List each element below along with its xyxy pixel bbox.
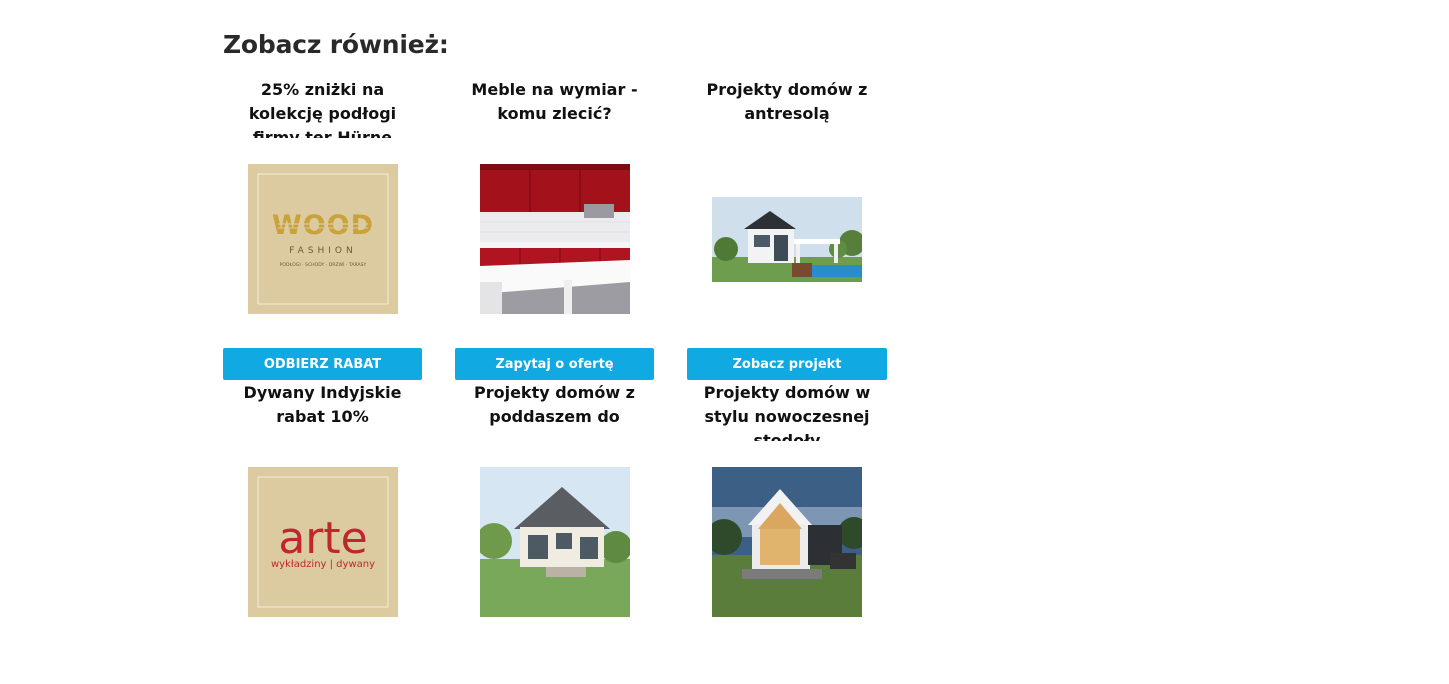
card-image-box — [455, 447, 654, 637]
card-title[interactable]: Projekty domów z antresolą — [688, 78, 887, 138]
card-wood-fashion: 25% zniżki na kolekcję podłogi firmy ter… — [223, 78, 422, 381]
wood-fashion-logo-image[interactable]: WOOD FASHION PODŁOGI · SCHODY · DRZWI · … — [247, 164, 398, 314]
card-indian-rugs: Dywany Indyjskie rabat 10% arte wykładzi… — [223, 381, 422, 684]
see-also-section: Zobacz również: 25% zniżki na kolekcję p… — [223, 28, 895, 684]
wood-logo-sub: FASHION — [289, 246, 356, 256]
claim-discount-button[interactable]: ODBIERZ RABAT — [223, 348, 422, 380]
card-attic-houses: Projekty domów z poddaszem do — [455, 381, 654, 684]
modern-house-mezzanine-image[interactable] — [712, 196, 862, 282]
card-title[interactable]: Dywany Indyjskie rabat 10% — [223, 381, 422, 441]
card-image-box — [688, 144, 887, 334]
arte-logo-word: arte — [278, 513, 367, 564]
card-title[interactable]: Projekty domów w stylu nowoczesnej stodo… — [688, 381, 887, 441]
arte-logo-image[interactable]: arte wykładziny | dywany — [247, 467, 398, 617]
card-title[interactable]: Projekty domów z poddaszem do — [455, 381, 654, 441]
red-kitchen-image[interactable] — [479, 164, 630, 314]
attic-house-image[interactable] — [479, 467, 630, 617]
card-image-box — [688, 447, 887, 637]
wood-logo-tagline: PODŁOGI · SCHODY · DRZWI · TARASY — [279, 262, 366, 268]
barn-house-image[interactable] — [712, 467, 862, 617]
request-offer-button[interactable]: Zapytaj o ofertę — [455, 348, 654, 380]
see-also-grid: 25% zniżki na kolekcję podłogi firmy ter… — [223, 78, 895, 684]
wood-logo-word: WOOD — [271, 210, 373, 241]
card-image-box: arte wykładziny | dywany — [223, 447, 422, 637]
card-custom-furniture: Meble na wymiar - komu zlecić? Zapytaj o… — [455, 78, 654, 381]
card-image-box — [455, 144, 654, 334]
card-title[interactable]: Meble na wymiar - komu zlecić? — [455, 78, 654, 138]
view-project-button[interactable]: Zobacz projekt — [687, 348, 887, 380]
card-barn-houses: Projekty domów w stylu nowoczesnej stodo… — [687, 381, 887, 684]
card-image-box: WOOD FASHION PODŁOGI · SCHODY · DRZWI · … — [223, 144, 422, 334]
arte-logo-sub: wykładziny | dywany — [270, 559, 374, 570]
card-mezzanine-houses: Projekty domów z antresolą Zobacz projek… — [687, 78, 887, 381]
section-title: Zobacz również: — [223, 30, 449, 59]
card-title[interactable]: 25% zniżki na kolekcję podłogi firmy ter… — [223, 78, 422, 138]
